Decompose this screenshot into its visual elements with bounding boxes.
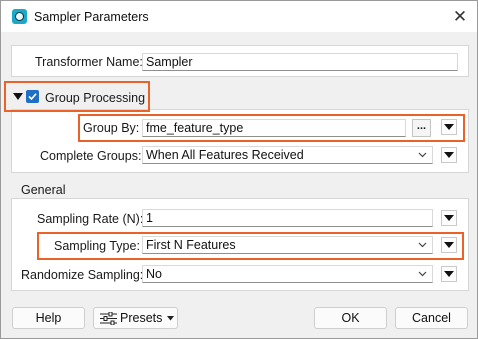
sampling-rate-input[interactable]: 1 xyxy=(142,209,433,227)
sampling-rate-menu-button[interactable] xyxy=(441,210,457,226)
randomize-sampling-menu-button[interactable] xyxy=(441,266,457,282)
transformer-name-label: Transformer Name: xyxy=(35,55,143,69)
ok-button[interactable]: OK xyxy=(314,307,387,329)
caret-down-icon xyxy=(167,316,174,321)
randomize-sampling-label: Randomize Sampling: xyxy=(21,268,144,282)
randomize-sampling-value: No xyxy=(146,267,162,281)
cancel-button[interactable]: Cancel xyxy=(395,307,468,329)
chevron-down-icon xyxy=(418,271,427,277)
chevron-down-icon xyxy=(418,152,427,158)
presets-button[interactable]: Presets xyxy=(93,307,178,329)
sampling-type-highlight xyxy=(37,232,464,260)
presets-label: Presets xyxy=(120,311,163,325)
general-group-title: General xyxy=(21,183,66,197)
complete-groups-menu-button[interactable] xyxy=(441,147,457,163)
group-processing-highlight xyxy=(4,81,150,112)
complete-groups-label: Complete Groups: xyxy=(40,149,142,163)
complete-groups-value: When All Features Received xyxy=(146,148,304,162)
fme-app-icon xyxy=(12,9,27,24)
close-icon[interactable]: ✕ xyxy=(449,6,471,28)
group-by-highlight xyxy=(78,114,465,142)
presets-sliders-icon xyxy=(100,312,117,325)
sampling-rate-label: Sampling Rate (N): xyxy=(37,212,144,226)
window-title: Sampler Parameters xyxy=(34,10,149,24)
title-bar[interactable]: Sampler Parameters ✕ xyxy=(1,1,477,32)
transformer-name-input[interactable]: Sampler xyxy=(142,53,458,71)
complete-groups-select[interactable]: When All Features Received xyxy=(142,146,433,164)
help-button[interactable]: Help xyxy=(12,307,85,329)
randomize-sampling-select[interactable]: No xyxy=(142,265,433,283)
dialog-window: Sampler Parameters ✕ Transformer Name: S… xyxy=(0,0,478,339)
